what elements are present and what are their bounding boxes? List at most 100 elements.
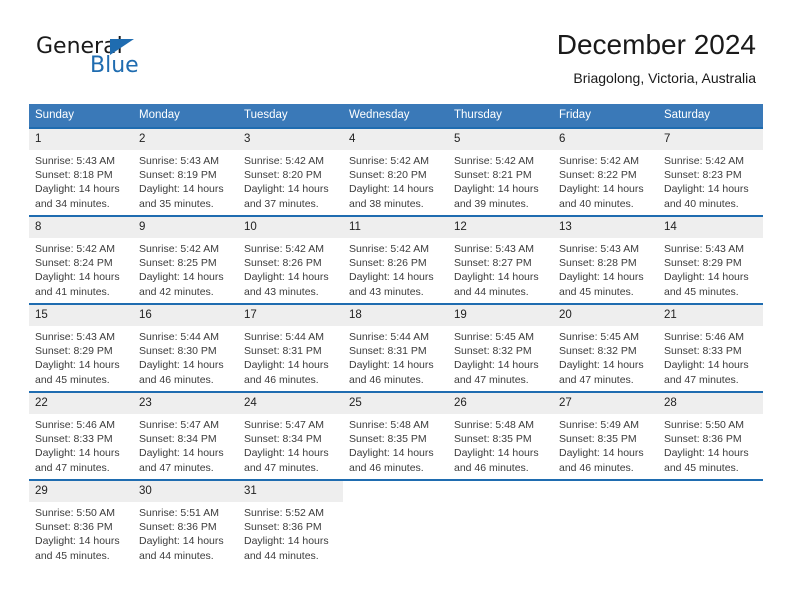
day-cell[interactable]: 7 Sunrise: 5:42 AM Sunset: 8:23 PM Daylight…: [658, 127, 763, 216]
day-cell[interactable]: 21 Sunrise: 5:46 AM Sunset: 8:33 PM Dayligh…: [658, 303, 763, 392]
day-cell[interactable]: 23 Sunrise: 5:47 AM Sunset: 8:34 PM Dayligh…: [133, 391, 238, 480]
day-info: Sunrise: 5:42 AM Sunset: 8:20 PM Daylight:…: [343, 150, 448, 211]
day-cell[interactable]: 9 Sunrise: 5:42 AM Sunset: 8:25 PM Daylight…: [133, 215, 238, 304]
day-cell[interactable]: 13 Sunrise: 5:43 AM Sunset: 8:28 PM Dayligh…: [553, 215, 658, 304]
sunrise-text: Sunrise: 5:42 AM: [139, 243, 219, 255]
sunset-text: Sunset: 8:19 PM: [139, 169, 217, 182]
day-info: Sunrise: 5:52 AM Sunset: 8:36 PM Daylight:…: [238, 502, 343, 563]
daylight-text-line2: and 44 minutes.: [454, 285, 529, 298]
day-info: Sunrise: 5:43 AM Sunset: 8:27 PM Daylight:…: [448, 238, 553, 299]
day-cell[interactable]: 14 Sunrise: 5:43 AM Sunset: 8:29 PM Dayligh…: [658, 215, 763, 304]
daylight-text-line2: and 45 minutes.: [664, 461, 739, 474]
day-cell[interactable]: 28 Sunrise: 5:50 AM Sunset: 8:36 PM Dayligh…: [658, 391, 763, 480]
daylight-text-line1: Daylight: 14 hours: [664, 447, 749, 460]
day-info: Sunrise: 5:44 AM Sunset: 8:31 PM Daylight:…: [343, 326, 448, 387]
day-cell[interactable]: 17 Sunrise: 5:44 AM Sunset: 8:31 PM Dayligh…: [238, 303, 343, 392]
sunrise-text: Sunrise: 5:47 AM: [244, 419, 324, 431]
daylight-text-line1: Daylight: 14 hours: [35, 359, 120, 372]
day-number: 31: [238, 481, 343, 502]
day-info: Sunrise: 5:49 AM Sunset: 8:35 PM Daylight:…: [553, 414, 658, 475]
day-cell[interactable]: 4 Sunrise: 5:42 AM Sunset: 8:20 PM Daylight…: [343, 127, 448, 216]
day-cell[interactable]: 18 Sunrise: 5:44 AM Sunset: 8:31 PM Dayligh…: [343, 303, 448, 392]
day-info: Sunrise: 5:43 AM Sunset: 8:19 PM Daylight:…: [133, 150, 238, 211]
day-cell[interactable]: 2 Sunrise: 5:43 AM Sunset: 8:19 PM Daylight…: [133, 127, 238, 216]
day-cell[interactable]: 22 Sunrise: 5:46 AM Sunset: 8:33 PM Dayligh…: [29, 391, 133, 480]
daylight-text-line2: and 47 minutes.: [559, 373, 634, 386]
day-cell[interactable]: 20 Sunrise: 5:45 AM Sunset: 8:32 PM Dayligh…: [553, 303, 658, 392]
day-cell[interactable]: 5 Sunrise: 5:42 AM Sunset: 8:21 PM Daylight…: [448, 127, 553, 216]
daylight-text-line1: Daylight: 14 hours: [139, 359, 224, 372]
day-cell[interactable]: 31 Sunrise: 5:52 AM Sunset: 8:36 PM Dayligh…: [238, 479, 343, 567]
day-info: Sunrise: 5:42 AM Sunset: 8:21 PM Daylight:…: [448, 150, 553, 211]
day-info: Sunrise: 5:43 AM Sunset: 8:18 PM Daylight:…: [29, 150, 133, 211]
daylight-text-line2: and 34 minutes.: [35, 197, 110, 210]
sunrise-text: Sunrise: 5:43 AM: [454, 243, 534, 255]
sunset-text: Sunset: 8:31 PM: [244, 345, 322, 358]
sunrise-text: Sunrise: 5:42 AM: [454, 155, 534, 167]
day-info: Sunrise: 5:44 AM Sunset: 8:31 PM Daylight:…: [238, 326, 343, 387]
day-info: Sunrise: 5:45 AM Sunset: 8:32 PM Daylight:…: [553, 326, 658, 387]
day-cell[interactable]: 19 Sunrise: 5:45 AM Sunset: 8:32 PM Dayligh…: [448, 303, 553, 392]
daylight-text-line1: Daylight: 14 hours: [349, 183, 434, 196]
day-info: Sunrise: 5:46 AM Sunset: 8:33 PM Daylight:…: [29, 414, 133, 475]
day-number: 20: [553, 305, 658, 326]
sunrise-text: Sunrise: 5:43 AM: [35, 331, 115, 343]
day-cell[interactable]: 24 Sunrise: 5:47 AM Sunset: 8:34 PM Dayligh…: [238, 391, 343, 480]
day-cell[interactable]: 26 Sunrise: 5:48 AM Sunset: 8:35 PM Dayligh…: [448, 391, 553, 480]
daylight-text-line2: and 47 minutes.: [35, 461, 110, 474]
day-number: 22: [29, 393, 133, 414]
sunrise-text: Sunrise: 5:43 AM: [35, 155, 115, 167]
daylight-text-line2: and 46 minutes.: [349, 373, 424, 386]
sunset-text: Sunset: 8:25 PM: [139, 257, 217, 270]
day-cell[interactable]: 16 Sunrise: 5:44 AM Sunset: 8:30 PM Dayligh…: [133, 303, 238, 392]
day-info: Sunrise: 5:48 AM Sunset: 8:35 PM Daylight:…: [448, 414, 553, 475]
daylight-text-line2: and 40 minutes.: [664, 197, 739, 210]
page-title: December 2024: [556, 29, 756, 60]
weekday-header-thursday: Thursday: [448, 104, 553, 128]
day-info: Sunrise: 5:48 AM Sunset: 8:35 PM Daylight:…: [343, 414, 448, 475]
day-number: 12: [448, 217, 553, 238]
day-cell[interactable]: 6 Sunrise: 5:42 AM Sunset: 8:22 PM Daylight…: [553, 127, 658, 216]
weekday-header-tuesday: Tuesday: [238, 104, 343, 128]
daylight-text-line2: and 46 minutes.: [454, 461, 529, 474]
sunset-text: Sunset: 8:33 PM: [35, 433, 113, 446]
logo-text-blue: Blue: [90, 53, 139, 78]
day-number: 26: [448, 393, 553, 414]
daylight-text-line2: and 44 minutes.: [139, 549, 214, 562]
sunrise-text: Sunrise: 5:45 AM: [454, 331, 534, 343]
day-info: Sunrise: 5:43 AM Sunset: 8:29 PM Daylight:…: [658, 238, 763, 299]
day-cell[interactable]: 12 Sunrise: 5:43 AM Sunset: 8:27 PM Dayligh…: [448, 215, 553, 304]
sunrise-text: Sunrise: 5:48 AM: [349, 419, 429, 431]
day-cell[interactable]: 29 Sunrise: 5:50 AM Sunset: 8:36 PM Dayligh…: [29, 479, 133, 567]
daylight-text-line1: Daylight: 14 hours: [559, 447, 644, 460]
title-block: December 2024 Briagolong, Victoria, Aust…: [557, 28, 756, 88]
day-cell[interactable]: 27 Sunrise: 5:49 AM Sunset: 8:35 PM Dayligh…: [553, 391, 658, 480]
day-cell[interactable]: 15 Sunrise: 5:43 AM Sunset: 8:29 PM Dayligh…: [29, 303, 133, 392]
day-cell[interactable]: 3 Sunrise: 5:42 AM Sunset: 8:20 PM Daylight…: [238, 127, 343, 216]
day-info: Sunrise: 5:51 AM Sunset: 8:36 PM Daylight:…: [133, 502, 238, 563]
day-number: 10: [238, 217, 343, 238]
day-cell[interactable]: 11 Sunrise: 5:42 AM Sunset: 8:26 PM Dayligh…: [343, 215, 448, 304]
day-number: 29: [29, 481, 133, 502]
daylight-text-line1: Daylight: 14 hours: [244, 359, 329, 372]
sunrise-text: Sunrise: 5:51 AM: [139, 507, 219, 519]
day-cell[interactable]: 8 Sunrise: 5:42 AM Sunset: 8:24 PM Daylight…: [29, 215, 133, 304]
day-cell[interactable]: 25 Sunrise: 5:48 AM Sunset: 8:35 PM Dayligh…: [343, 391, 448, 480]
sunset-text: Sunset: 8:20 PM: [244, 169, 322, 182]
calendar-page: General Blue December 2024 Briagolong, V…: [0, 0, 792, 612]
sunrise-text: Sunrise: 5:42 AM: [559, 155, 639, 167]
day-cell-empty: [553, 479, 658, 567]
daylight-text-line2: and 45 minutes.: [35, 549, 110, 562]
daylight-text-line2: and 44 minutes.: [244, 549, 319, 562]
day-number: [658, 481, 763, 502]
weekday-header-friday: Friday: [553, 104, 658, 128]
sunrise-text: Sunrise: 5:42 AM: [349, 243, 429, 255]
day-cell[interactable]: 30 Sunrise: 5:51 AM Sunset: 8:36 PM Dayligh…: [133, 479, 238, 567]
day-info: Sunrise: 5:50 AM Sunset: 8:36 PM Daylight:…: [658, 414, 763, 475]
day-cell[interactable]: 10 Sunrise: 5:42 AM Sunset: 8:26 PM Dayligh…: [238, 215, 343, 304]
day-number: 9: [133, 217, 238, 238]
general-blue-logo[interactable]: General Blue: [36, 34, 236, 86]
day-cell[interactable]: 1 Sunrise: 5:43 AM Sunset: 8:18 PM Daylight…: [29, 127, 133, 216]
daylight-text-line1: Daylight: 14 hours: [139, 271, 224, 284]
daylight-text-line1: Daylight: 14 hours: [664, 271, 749, 284]
